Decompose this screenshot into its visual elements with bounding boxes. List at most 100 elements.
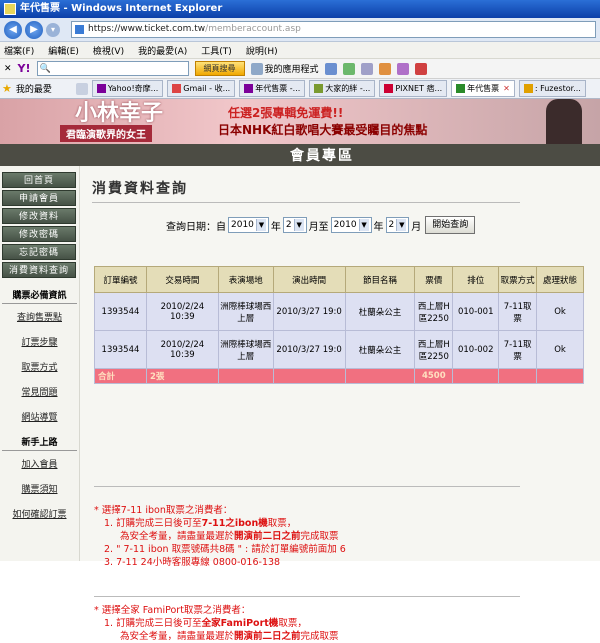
menu-file[interactable]: 檔案(F) [4, 44, 34, 57]
url-field[interactable]: https://www.ticket.com.tw/memberaccount.… [71, 21, 596, 38]
tab-gmail[interactable]: Gmail - 收... [167, 80, 236, 97]
window-icon[interactable] [360, 62, 373, 75]
add-icon[interactable] [342, 62, 355, 75]
ibon-line-4: 3. 7-11 24小時客服專線 0800-016-138 [104, 557, 281, 568]
total-empty-cell [452, 368, 500, 384]
chevron-down-icon: ▼ [255, 219, 266, 231]
quick-tabs-icon[interactable] [75, 82, 88, 95]
notes-divider [94, 486, 520, 487]
table-total-row: 合計 2張 4500 [94, 368, 584, 384]
tab-fuzestore[interactable]: : Fuzestor... [518, 80, 586, 97]
mail-icon[interactable] [324, 62, 337, 75]
sidebar-purchase-history-button[interactable]: 消費資料查詢 [2, 262, 76, 278]
close-tab-icon[interactable]: ✕ [503, 81, 510, 96]
ibon-line-2: 為安全考量，請盡量最遲於開演前二日之前完成取票 [120, 531, 339, 542]
sidebar-link-pickup[interactable]: 取票方式 [0, 360, 79, 373]
sidebar-link-faq[interactable]: 常見問題 [0, 385, 79, 398]
favorites-label[interactable]: 我的最愛 [16, 82, 52, 95]
menu-bar: 檔案(F) 編輯(E) 檢視(V) 我的最愛(A) 工具(T) 說明(H) [0, 42, 600, 59]
table-row: 1393544 2010/2/24 10:39 洲際棒球場西上層 2010/3/… [94, 292, 584, 331]
sidebar-register-button[interactable]: 申請會員 [2, 190, 76, 206]
close-toolbar-icon[interactable]: ✕ [4, 64, 12, 74]
sidebar-link-sitemap[interactable]: 網站導覽 [0, 410, 79, 423]
banner-artist-name: 小林幸子 [75, 100, 164, 126]
recent-pages-dropdown-icon[interactable]: ▾ [46, 22, 60, 37]
my-apps-button[interactable]: 我的應用程式 [250, 62, 319, 75]
col-pickup: 取票方式 [498, 266, 538, 293]
total-empty-cell [498, 368, 538, 384]
yahoo-logo[interactable]: Y! [18, 62, 31, 75]
window-titlebar: 年代售票 - Windows Internet Explorer [0, 0, 600, 18]
from-month-select[interactable]: 2 ▼ [282, 217, 307, 233]
cell-price: 西上層H區2250 [414, 330, 454, 369]
apps-icon [250, 62, 263, 75]
sidebar-home-button[interactable]: 回首頁 [2, 172, 76, 188]
sidebar-change-password-button[interactable]: 修改密碼 [2, 226, 76, 242]
banner-line-1: 任選2張專輯免運費!! [228, 106, 344, 120]
col-price: 票價 [414, 266, 454, 293]
menu-view[interactable]: 檢視(V) [93, 44, 124, 57]
sidebar-forgot-password-button[interactable]: 忘記密碼 [2, 244, 76, 260]
promo-banner[interactable]: 小林幸子 君臨演歌界的女王 任選2張專輯免運費!! 日本NHK紅白歌唱大賽最受矚… [0, 99, 600, 144]
sidebar: 回首頁 申請會員 修改資料 修改密碼 忘記密碼 消費資料查詢 購票必備資訊 查詢… [0, 166, 80, 561]
to-month-select[interactable]: 2 ▼ [385, 217, 410, 233]
sidebar-link-notice[interactable]: 購票須知 [0, 482, 79, 495]
banner-line-2: 日本NHK紅白歌唱大賽最受矚目的焦點 [218, 123, 428, 137]
table-header-row: 訂單編號 交易時間 表演場地 演出時間 節目名稱 票價 排位 取票方式 處理狀態 [94, 266, 584, 293]
yahoo-toolbar: ✕ Y! 🔍 網頁搜尋 我的應用程式 [0, 59, 600, 79]
pixnet-tab-icon [384, 84, 394, 93]
menu-help[interactable]: 說明(H) [246, 44, 278, 57]
page-content: 小林幸子 君臨演歌界的女王 任選2張專輯免運費!! 日本NHK紅白歌唱大賽最受矚… [0, 99, 600, 642]
menu-tools[interactable]: 工具(T) [201, 44, 232, 57]
to-year-select[interactable]: 2010 ▼ [330, 217, 372, 233]
col-show-time: 演出時間 [272, 266, 346, 293]
back-button[interactable]: ◀ [4, 20, 22, 39]
cell-status: Ok [536, 292, 584, 331]
cell-pickup: 7-11取票 [498, 292, 538, 331]
yahoo-search-input[interactable]: 🔍 [36, 61, 189, 76]
menu-edit[interactable]: 編輯(E) [48, 44, 79, 57]
sidebar-link-outlets[interactable]: 查詢售票點 [0, 310, 79, 323]
total-amount: 4500 [414, 368, 454, 384]
sidebar-section-ticket-info: 購票必備資訊 [2, 288, 77, 304]
year-unit-2: 年 [373, 221, 384, 233]
url-main: https://www.ticket.com.tw [88, 24, 206, 34]
total-empty-cell [217, 368, 274, 384]
year-unit: 年 [270, 221, 281, 233]
tab-ticket-active[interactable]: 年代售票 ✕ [451, 80, 515, 97]
cell-pickup: 7-11取票 [498, 330, 538, 369]
main-content: 消費資料查詢 查詢日期：自 2010 ▼ 年 2 ▼ 月至 2010 ▼ 年 2 ▼ 月… [82, 166, 600, 642]
alert-icon[interactable] [414, 62, 427, 75]
tab-ticket-1[interactable]: 年代售票 -... [239, 80, 306, 97]
menu-favorites[interactable]: 我的最愛(A) [138, 44, 187, 57]
tab-yahoo[interactable]: Yahoo!奇摩... [91, 80, 164, 97]
col-transaction-time: 交易時間 [145, 266, 219, 293]
yahoo-tab-icon [96, 84, 106, 93]
from-year-select[interactable]: 2010 ▼ [228, 217, 269, 233]
cell-transaction-time: 2010/2/24 10:39 [145, 330, 219, 369]
search-icon: 🔍 [39, 64, 51, 74]
sidebar-link-steps[interactable]: 訂票步驟 [0, 335, 79, 348]
tab-pixnet[interactable]: PIXNET 痞... [379, 80, 448, 97]
cell-program: 杜蘭朵公主 [344, 292, 416, 331]
sidebar-edit-profile-button[interactable]: 修改資料 [2, 208, 76, 224]
diamond-icon[interactable] [396, 62, 409, 75]
favorites-star-icon[interactable]: ★ [2, 82, 12, 95]
start-query-button[interactable]: 開始查詢 [425, 216, 476, 234]
sidebar-link-join[interactable]: 加入會員 [0, 457, 79, 470]
tab-bond[interactable]: 大家的絆 -... [309, 80, 376, 97]
total-empty-cell [344, 368, 416, 384]
famiport-line-2: 為安全考量，請盡量最遲於開演前二日之前完成取票 [120, 631, 339, 642]
total-empty-cell [272, 368, 346, 384]
ibon-notes: * 選擇7-11 ibon取票之消費者： 1. 訂購完成三日後可至7-11之ib… [94, 504, 346, 569]
page-title: 消費資料查詢 [92, 181, 188, 197]
web-search-button[interactable]: 網頁搜尋 [194, 61, 245, 76]
col-order-id: 訂單編號 [94, 266, 147, 293]
window-title: 年代售票 - Windows Internet Explorer [20, 3, 223, 14]
person-icon[interactable] [378, 62, 391, 75]
sidebar-link-confirm[interactable]: 如何確認訂票 [0, 507, 79, 520]
notes-divider-2 [94, 596, 520, 597]
ibon-heading: * 選擇7-11 ibon取票之消費者： [94, 505, 233, 516]
forward-button[interactable]: ▶ [25, 20, 43, 39]
date-query-form: 查詢日期：自 2010 ▼ 年 2 ▼ 月至 2010 ▼ 年 2 ▼ 月 開始查詢 [166, 216, 476, 234]
